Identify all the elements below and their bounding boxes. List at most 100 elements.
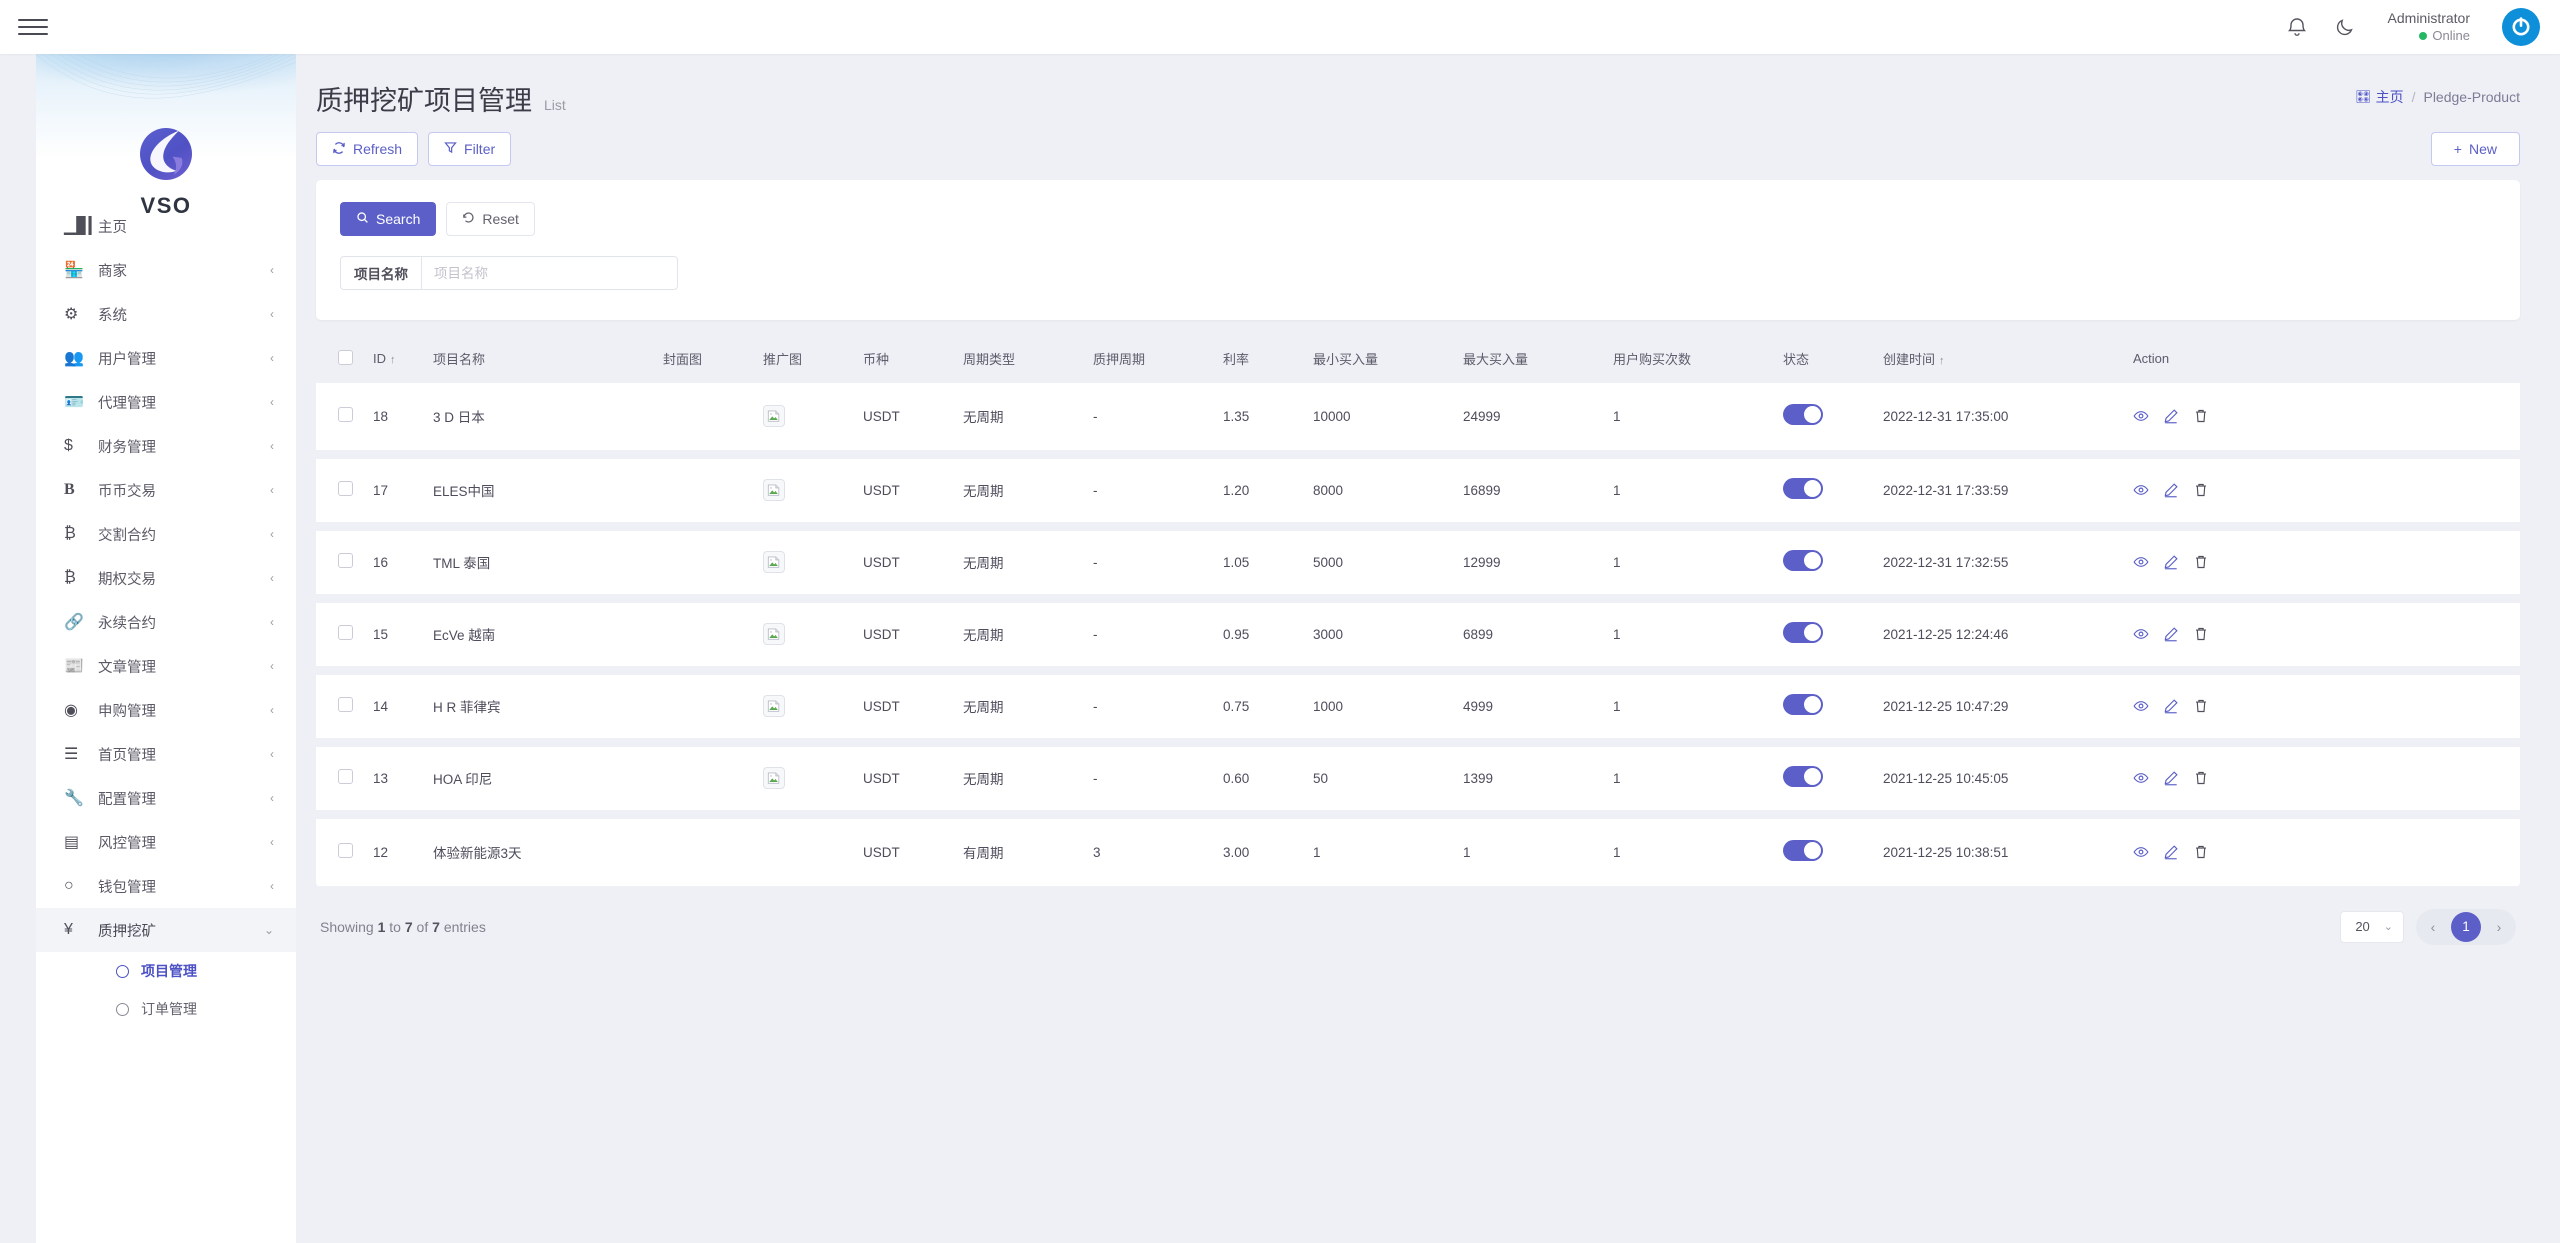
col-status[interactable]: 状态 [1773,336,1873,382]
delete-icon[interactable] [2193,844,2209,860]
delete-icon[interactable] [2193,698,2209,714]
row-checkbox[interactable] [338,843,353,858]
edit-icon[interactable] [2163,698,2179,714]
col-pledge-period[interactable]: 质押周期 [1083,336,1213,382]
sidebar-subitem-order-management[interactable]: 订单管理 [36,990,296,1028]
sidebar-item-user-management[interactable]: 👥 用户管理 ‹ [36,336,296,380]
col-created-time[interactable]: 创建时间↑ [1873,336,2123,382]
delete-icon[interactable] [2193,770,2209,786]
avatar[interactable] [2502,8,2540,46]
broken-image-icon[interactable] [763,767,785,789]
sidebar-item-label: 首页管理 [98,744,156,765]
sidebar-item-config-management[interactable]: 🔧 配置管理 ‹ [36,776,296,820]
edit-icon[interactable] [2163,844,2179,860]
cell-max-buy: 12999 [1453,526,1603,598]
delete-icon[interactable] [2193,482,2209,498]
page-button-1[interactable]: 1 [2451,912,2481,942]
showing-to: 7 [405,919,413,935]
bell-icon[interactable] [2284,14,2310,40]
col-id[interactable]: ID↑ [363,336,423,382]
status-toggle[interactable] [1783,766,1823,787]
row-checkbox[interactable] [338,769,353,784]
col-coin[interactable]: 币种 [853,336,953,382]
status-toggle[interactable] [1783,478,1823,499]
col-period-type[interactable]: 周期类型 [953,336,1083,382]
refresh-button[interactable]: Refresh [316,132,418,166]
col-created-label: 创建时间 [1883,352,1935,367]
edit-icon[interactable] [2163,482,2179,498]
delete-icon[interactable] [2193,554,2209,570]
broken-image-icon[interactable] [763,479,785,501]
delete-icon[interactable] [2193,626,2209,642]
moon-icon[interactable] [2332,14,2358,40]
user-info[interactable]: Administrator Online [2388,10,2470,44]
sidebar-item-delivery-contract[interactable]: ₿ 交割合约 ‹ [36,512,296,556]
project-name-input[interactable] [421,256,678,290]
sidebar-subitem-project-management[interactable]: 项目管理 [36,952,296,990]
sidebar-item-perpetual-contract[interactable]: 🔗 永续合约 ‹ [36,600,296,644]
col-project-name[interactable]: 项目名称 [423,336,653,382]
col-max-buy[interactable]: 最大买入量 [1453,336,1603,382]
broken-image-icon[interactable] [763,551,785,573]
sidebar-item-label: 永续合约 [98,612,156,633]
breadcrumb-home-link[interactable]: 🎛 主页 [2355,87,2404,107]
sidebar-item-article-management[interactable]: 📰 文章管理 ‹ [36,644,296,688]
row-checkbox[interactable] [338,481,353,496]
sidebar-subitem-label: 订单管理 [141,999,197,1019]
page-size-select[interactable]: 20 ⌄ [2340,911,2404,943]
sidebar-item-subscription-management[interactable]: ◉ 申购管理 ‹ [36,688,296,732]
page-header: 质押挖矿项目管理 List 🎛 主页 / Pledge-Product [316,54,2520,118]
edit-icon[interactable] [2163,626,2179,642]
broken-image-icon[interactable] [763,623,785,645]
status-toggle[interactable] [1783,840,1823,861]
sidebar-item-home[interactable]: ▁▊▎ 主页 [36,204,296,248]
breadcrumb-current: Pledge-Product [2423,89,2520,105]
prev-page-button[interactable]: ‹ [2419,913,2447,941]
sidebar-item-risk-management[interactable]: ▤ 风控管理 ‹ [36,820,296,864]
cell-promo-image [753,382,853,454]
edit-icon[interactable] [2163,408,2179,424]
sidebar-item-wallet-management[interactable]: ○ 钱包管理 ‹ [36,864,296,908]
row-checkbox[interactable] [338,697,353,712]
reset-button[interactable]: Reset [446,202,535,236]
new-button[interactable]: + New [2431,132,2520,166]
sidebar-item-agent-management[interactable]: 🪪 代理管理 ‹ [36,380,296,424]
status-toggle[interactable] [1783,404,1823,425]
sidebar-item-coin-trading[interactable]: B 币币交易 ‹ [36,468,296,512]
status-toggle[interactable] [1783,622,1823,643]
search-button[interactable]: Search [340,202,436,236]
view-icon[interactable] [2133,770,2149,786]
next-page-button[interactable]: › [2485,913,2513,941]
view-icon[interactable] [2133,698,2149,714]
edit-icon[interactable] [2163,554,2179,570]
filter-button[interactable]: Filter [428,132,511,166]
view-icon[interactable] [2133,844,2149,860]
sidebar-item-system[interactable]: ⚙ 系统 ‹ [36,292,296,336]
row-checkbox[interactable] [338,553,353,568]
status-toggle[interactable] [1783,694,1823,715]
col-promo-image[interactable]: 推广图 [753,336,853,382]
status-toggle[interactable] [1783,550,1823,571]
view-icon[interactable] [2133,408,2149,424]
delete-icon[interactable] [2193,408,2209,424]
cell-created-time: 2022-12-31 17:32:55 [1873,526,2123,598]
sidebar-item-pledge-mining[interactable]: ¥ 质押挖矿 ⌄ [36,908,296,952]
sidebar-item-merchant[interactable]: 🏪 商家 ‹ [36,248,296,292]
view-icon[interactable] [2133,554,2149,570]
col-rate[interactable]: 利率 [1213,336,1303,382]
row-checkbox[interactable] [338,407,353,422]
view-icon[interactable] [2133,482,2149,498]
select-all-checkbox[interactable] [338,350,353,365]
sidebar-item-finance-management[interactable]: $ 财务管理 ‹ [36,424,296,468]
col-cover-image[interactable]: 封面图 [653,336,753,382]
menu-toggle-icon[interactable] [18,12,48,42]
col-min-buy[interactable]: 最小买入量 [1303,336,1453,382]
sidebar-item-options-trading[interactable]: ₿ 期权交易 ‹ [36,556,296,600]
row-checkbox[interactable] [338,625,353,640]
broken-image-icon[interactable] [763,695,785,717]
col-buy-count[interactable]: 用户购买次数 [1603,336,1773,382]
edit-icon[interactable] [2163,770,2179,786]
sidebar-item-homepage-management[interactable]: ☰ 首页管理 ‹ [36,732,296,776]
view-icon[interactable] [2133,626,2149,642]
broken-image-icon[interactable] [763,405,785,427]
